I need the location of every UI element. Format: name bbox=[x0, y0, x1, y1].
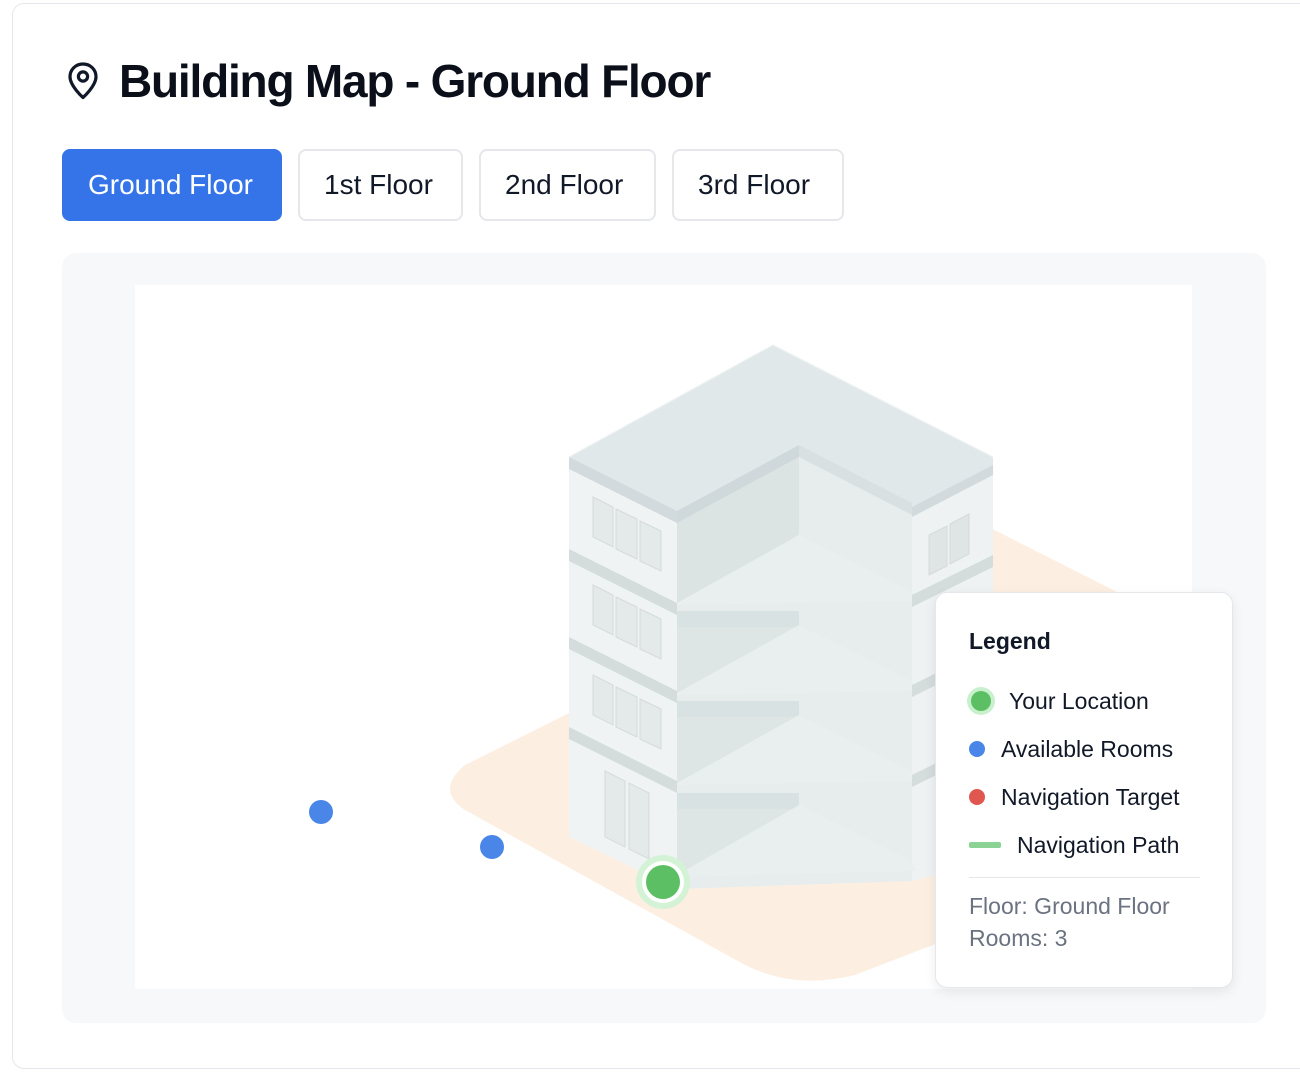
your-location-marker[interactable] bbox=[636, 855, 690, 909]
available-room-marker[interactable] bbox=[480, 835, 504, 859]
legend-item-label: Your Location bbox=[1009, 687, 1149, 714]
tab-3rd-floor[interactable]: 3rd Floor bbox=[672, 149, 844, 221]
legend-item-label: Available Rooms bbox=[1001, 735, 1174, 762]
map-pin-icon bbox=[68, 62, 98, 100]
legend-item-navigation-path: Navigation Path bbox=[969, 821, 1200, 869]
rooms-count: Rooms: 3 bbox=[969, 925, 1068, 951]
map-legend: Legend Your Location Available Rooms Nav… bbox=[935, 592, 1233, 988]
floor-info: Floor: Ground Floor bbox=[969, 893, 1170, 919]
legend-title: Legend bbox=[969, 628, 1051, 654]
header: Building Map - Ground Floor bbox=[65, 55, 711, 107]
legend-item-navigation-target: Navigation Target bbox=[969, 773, 1200, 821]
path-line-icon bbox=[969, 842, 1001, 848]
legend-item-your-location: Your Location bbox=[969, 677, 1200, 725]
location-dot-icon bbox=[971, 691, 991, 711]
building-map-card: Building Map - Ground Floor Ground Floor… bbox=[12, 3, 1300, 1069]
tab-2nd-floor[interactable]: 2nd Floor bbox=[479, 149, 656, 221]
room-dot-icon bbox=[969, 741, 985, 757]
legend-divider bbox=[969, 877, 1200, 878]
available-room-marker[interactable] bbox=[309, 800, 333, 824]
legend-item-label: Navigation Path bbox=[1017, 831, 1180, 858]
legend-item-available-rooms: Available Rooms bbox=[969, 725, 1200, 773]
target-dot-icon bbox=[969, 789, 985, 805]
legend-item-label: Navigation Target bbox=[1001, 783, 1180, 810]
tab-1st-floor[interactable]: 1st Floor bbox=[298, 149, 463, 221]
page-title: Building Map - Ground Floor bbox=[119, 55, 711, 107]
floor-tabs: Ground Floor 1st Floor 2nd Floor 3rd Flo… bbox=[62, 149, 844, 221]
tab-ground-floor[interactable]: Ground Floor bbox=[62, 149, 282, 221]
